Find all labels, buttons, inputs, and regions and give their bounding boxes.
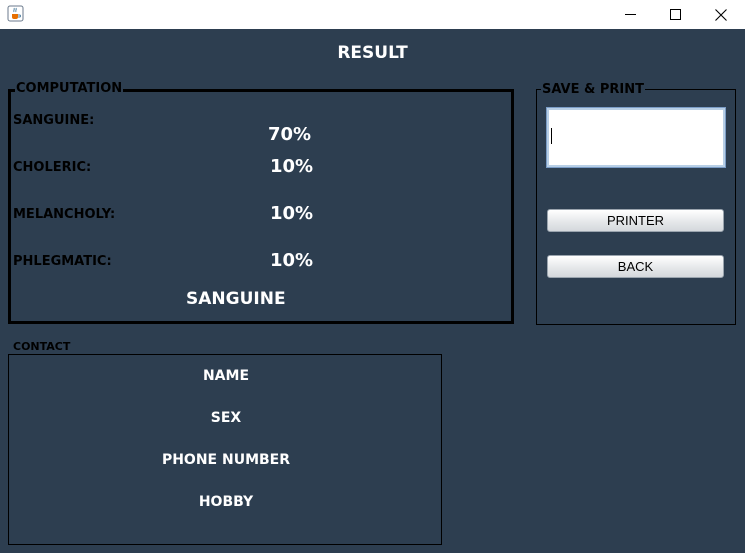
maximize-icon xyxy=(669,9,681,20)
contact-phone-label: PHONE NUMBER xyxy=(161,452,291,468)
computation-legend: COMPUTATION xyxy=(15,81,124,96)
sanguine-value: 70% xyxy=(268,124,312,145)
printer-button[interactable]: PRINTER xyxy=(547,209,724,232)
close-icon xyxy=(715,8,727,21)
java-cup-icon xyxy=(7,5,24,22)
melancholy-value: 10% xyxy=(270,203,314,224)
melancholy-label: MELANCHOLY: xyxy=(13,207,116,222)
sanguine-label: SANGUINE: xyxy=(13,113,95,128)
maximize-button[interactable] xyxy=(652,0,698,29)
window-titlebar xyxy=(0,0,745,29)
choleric-label: CHOLERIC: xyxy=(13,160,92,175)
close-button[interactable] xyxy=(698,0,744,29)
phlegmatic-label: PHLEGMATIC: xyxy=(13,254,112,269)
page-title: RESULT xyxy=(337,43,408,63)
contact-legend: CONTACT xyxy=(12,340,72,353)
phlegmatic-value: 10% xyxy=(270,250,314,271)
choleric-value: 10% xyxy=(270,156,314,177)
minimize-icon xyxy=(624,14,636,15)
contact-hobby-label: HOBBY xyxy=(198,494,254,510)
text-caret xyxy=(551,128,552,144)
contact-sex-label: SEX xyxy=(210,410,242,426)
back-button[interactable]: BACK xyxy=(547,255,724,278)
save-print-legend: SAVE & PRINT xyxy=(541,82,645,97)
contact-name-label: NAME xyxy=(202,368,250,384)
window-content: RESULT COMPUTATION SANGUINE: 70% CHOLERI… xyxy=(0,29,745,553)
temperament-result: SANGUINE xyxy=(186,289,286,309)
minimize-button[interactable] xyxy=(607,0,653,29)
save-text-input[interactable] xyxy=(546,107,726,168)
